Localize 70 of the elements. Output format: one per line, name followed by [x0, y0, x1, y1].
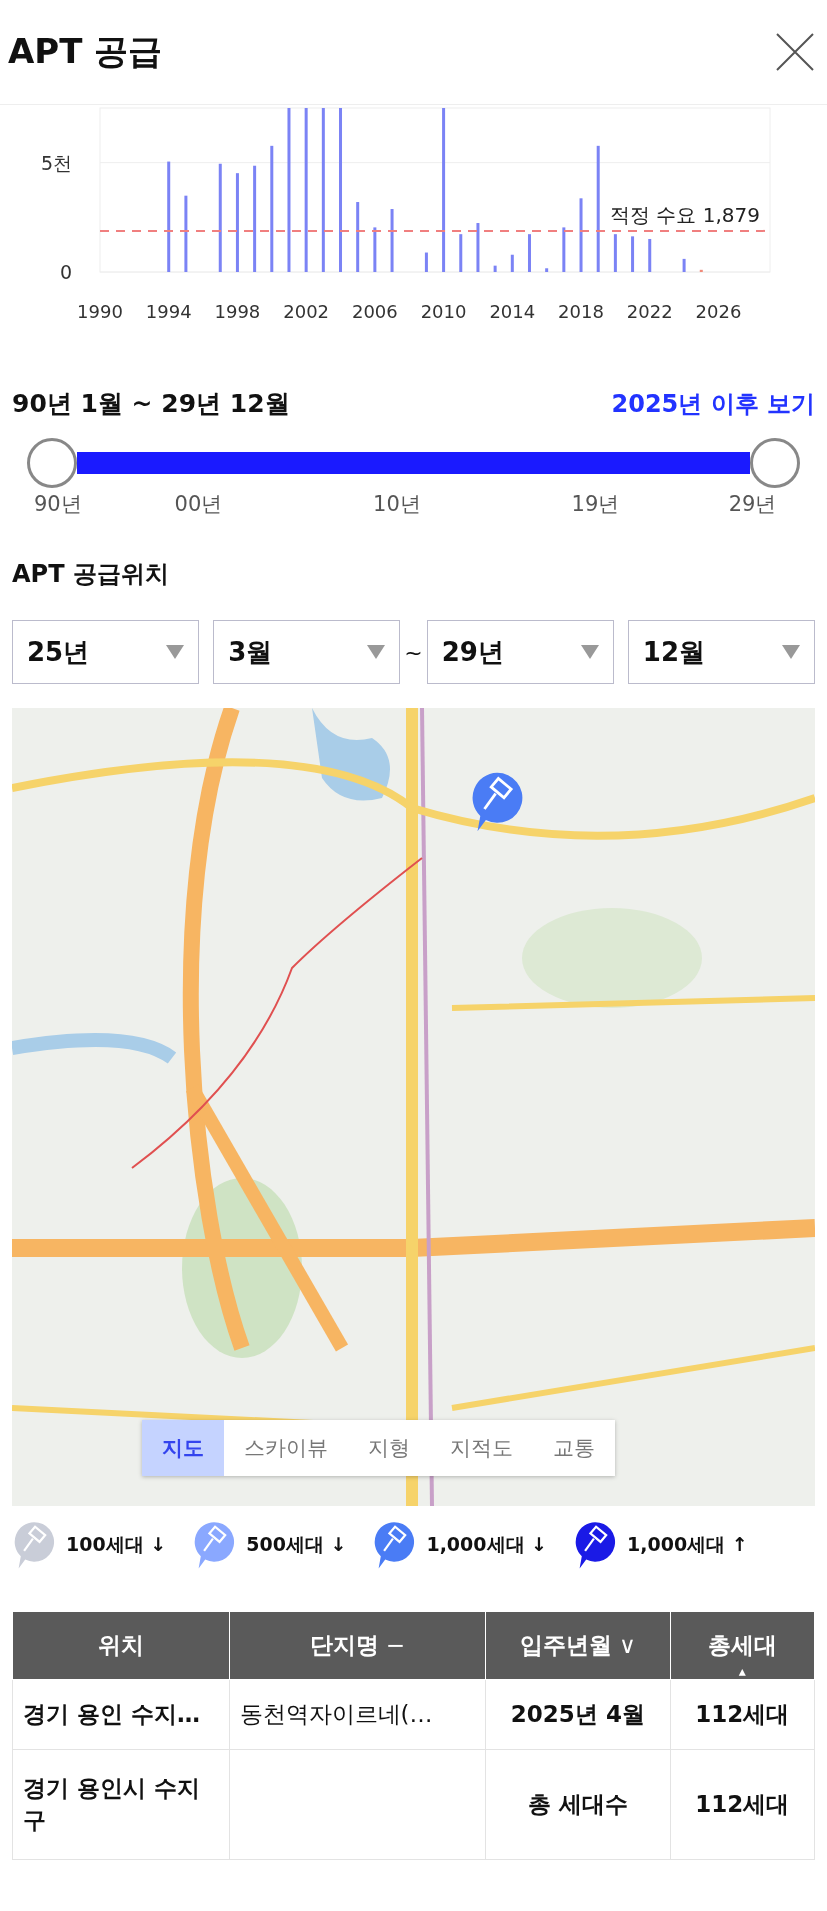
axis-label: 5천	[40, 151, 72, 174]
legend-label: 100세대 ↓	[66, 1532, 167, 1558]
table-cell: 경기 용인시 수지구	[12, 1749, 230, 1860]
axis-label: 1990	[77, 301, 123, 322]
after-2025-link[interactable]: 2025년 이후 보기	[611, 387, 815, 420]
map-type-tab[interactable]: 스카이뷰	[224, 1420, 348, 1476]
slider-tick: 19년	[571, 491, 620, 518]
axis-label: 1998	[214, 301, 261, 322]
caret-icon	[782, 645, 800, 659]
slider-tick: 29년	[728, 491, 777, 518]
table-cell: 동천역자이르네(…	[229, 1679, 486, 1750]
axis-label: 2010	[420, 301, 467, 322]
table-cell: 2025년 4월	[485, 1679, 671, 1750]
axis-label: 2018	[558, 301, 604, 322]
slider-tick: 90년	[34, 491, 82, 518]
slider-tick: 10년	[373, 491, 421, 518]
panel-title: APT 공급	[8, 30, 163, 73]
axis-label: 2002	[283, 301, 330, 322]
bar	[424, 252, 428, 272]
column-header[interactable]: 단지명 −	[229, 1611, 486, 1680]
bar	[390, 209, 394, 272]
demand-label: 적정 수요 1,879	[610, 202, 760, 227]
bar	[373, 227, 377, 272]
dropdown[interactable]: 3월	[213, 620, 401, 684]
bar	[613, 234, 617, 272]
map-type-tab[interactable]: 교통	[533, 1420, 615, 1476]
bar	[476, 223, 480, 272]
bar	[459, 234, 463, 272]
legend-label: 500세대 ↓	[246, 1532, 347, 1558]
table-cell: 경기 용인 수지…	[12, 1679, 230, 1750]
axis-label: 2026	[695, 301, 742, 322]
column-header[interactable]: 위치	[12, 1611, 230, 1680]
range-separator: ~	[404, 639, 423, 665]
dropdown[interactable]: 25년	[12, 620, 200, 684]
map-marker-icon[interactable]	[472, 772, 523, 832]
table-cell: 112세대	[670, 1679, 815, 1750]
legend-label: 1,000세대 ↓	[426, 1532, 548, 1558]
bar	[510, 254, 514, 272]
axis-label: 2014	[489, 301, 536, 322]
column-header[interactable]: 총세대 ▴	[670, 1611, 815, 1680]
caret-icon	[367, 645, 386, 659]
map-type-tab[interactable]: 지형	[348, 1420, 430, 1476]
axis-label: 1994	[145, 301, 192, 322]
axis-label: 0	[59, 261, 72, 283]
axis-label: 2022	[626, 301, 673, 322]
slider-handle[interactable]	[27, 438, 77, 488]
map-type-tab[interactable]: 지도	[142, 1420, 224, 1476]
range-text: 90년 1월 ~ 29년 12월	[12, 388, 290, 420]
map-type-tab[interactable]: 지적도	[430, 1420, 533, 1476]
table-cell: 112세대	[670, 1749, 815, 1860]
bar	[631, 236, 635, 272]
bar	[545, 268, 549, 272]
legend-label: 1,000세대 ↑	[627, 1532, 748, 1558]
axis-label: 2006	[351, 301, 398, 322]
column-header[interactable]: 입주년월 ∨	[485, 1611, 671, 1680]
bar	[682, 258, 686, 272]
bar	[356, 202, 360, 272]
bar	[562, 227, 566, 272]
slider-handle[interactable]	[750, 438, 800, 488]
bar	[493, 265, 497, 272]
slider-tick: 00년	[174, 491, 223, 518]
dropdown[interactable]: 29년	[426, 620, 614, 684]
caret-icon	[166, 645, 185, 659]
caret-icon	[580, 645, 599, 659]
bar	[648, 239, 652, 272]
table-cell: 총 세대수	[485, 1749, 671, 1860]
bar	[528, 234, 531, 272]
dropdown[interactable]: 12월	[627, 620, 815, 684]
bar	[699, 269, 703, 272]
section-title: APT 공급위치	[12, 559, 170, 590]
